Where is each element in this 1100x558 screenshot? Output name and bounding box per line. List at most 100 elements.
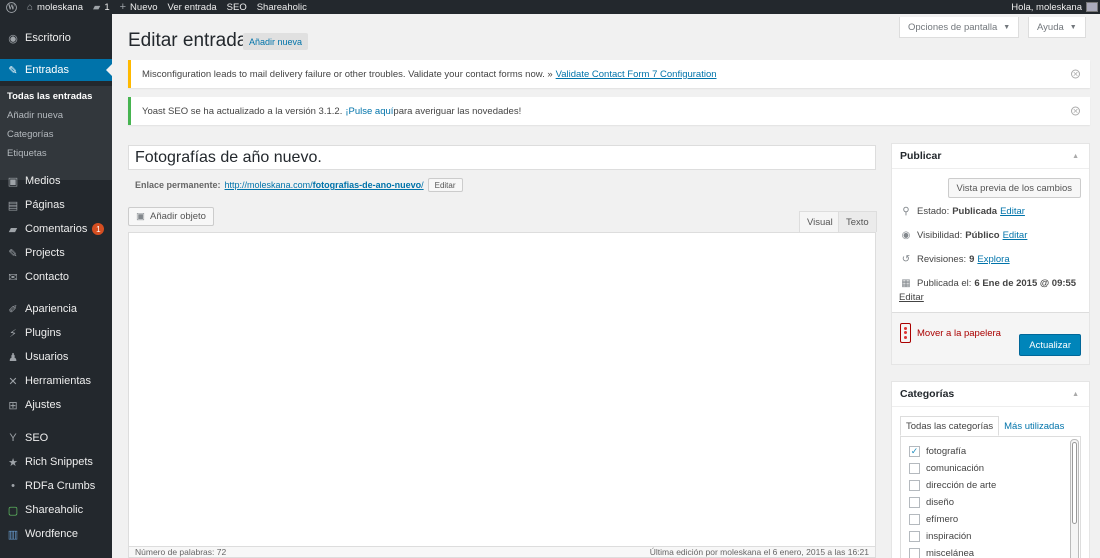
menu-item-projects[interactable]: ✎ Projects bbox=[0, 242, 112, 264]
menu-label: Contacto bbox=[25, 271, 70, 283]
add-new-button[interactable]: Añadir nueva bbox=[243, 33, 309, 50]
checkbox[interactable] bbox=[909, 480, 920, 491]
validate-cf7-link[interactable]: Validate Contact Form 7 Configuration bbox=[556, 69, 717, 80]
published-label: Publicada el: bbox=[917, 278, 972, 289]
svg-text:W: W bbox=[7, 4, 15, 11]
edit-visibility-link[interactable]: Editar bbox=[1003, 230, 1028, 241]
category-item[interactable]: inspiración bbox=[909, 531, 971, 542]
submenu-tags[interactable]: Etiquetas bbox=[7, 148, 47, 159]
caret-up-icon[interactable]: ▲ bbox=[1072, 153, 1079, 160]
category-label: fotografía bbox=[926, 446, 967, 457]
checkbox[interactable]: ✓ bbox=[909, 446, 920, 457]
checkbox[interactable] bbox=[909, 497, 920, 508]
categories-box-header[interactable]: Categorías ▲ bbox=[892, 382, 1089, 407]
category-item[interactable]: diseño bbox=[909, 497, 954, 508]
yoast-icon: Y bbox=[9, 432, 17, 444]
menu-label: Apariencia bbox=[25, 303, 77, 315]
browse-revisions-link[interactable]: Explora bbox=[977, 254, 1009, 265]
post-status-row: ⚲ Estado: Publicada Editar bbox=[900, 206, 1025, 217]
mail-icon: ✉ bbox=[8, 271, 18, 284]
menu-item-ajustes[interactable]: ⊞ Ajustes bbox=[0, 394, 112, 416]
category-item[interactable]: dirección de arte bbox=[909, 480, 996, 491]
permalink: Enlace permanente: http://moleskana.com/… bbox=[135, 178, 463, 192]
category-scrollbar[interactable] bbox=[1070, 439, 1079, 558]
menu-label: Ajustes bbox=[25, 399, 62, 411]
status-label: Estado: bbox=[917, 206, 950, 217]
checkbox[interactable] bbox=[909, 531, 920, 542]
admin-bar-new[interactable]: + Nuevo bbox=[115, 0, 163, 14]
yoast-click-here-link[interactable]: ¡Pulse aquí bbox=[345, 106, 393, 117]
tab-most-used[interactable]: Más utilizadas bbox=[999, 416, 1069, 436]
move-to-trash-link[interactable]: Mover a la papelera bbox=[900, 323, 1001, 343]
categories-box: Categorías ▲ Todas las categorías Más ut… bbox=[891, 381, 1090, 558]
help-label: Ayuda bbox=[1037, 21, 1064, 33]
admin-bar-seo[interactable]: SEO bbox=[222, 0, 252, 14]
post-content-editor[interactable] bbox=[128, 232, 876, 548]
menu-item-usuarios[interactable]: ♟ Usuarios bbox=[0, 346, 112, 368]
category-item[interactable]: ✓ fotografía bbox=[909, 446, 966, 457]
menu-item-medios[interactable]: ▣ Medios bbox=[0, 170, 112, 192]
menu-item-plugins[interactable]: ⚡ Plugins bbox=[0, 322, 112, 344]
star-icon: ★ bbox=[8, 456, 18, 469]
menu-item-apariencia[interactable]: ✐ Apariencia bbox=[0, 298, 112, 320]
menu-item-contacto[interactable]: ✉ Contacto bbox=[0, 266, 112, 288]
menu-item-paginas[interactable]: ▤ Páginas bbox=[0, 194, 112, 216]
help-tab[interactable]: Ayuda ▼ bbox=[1028, 17, 1086, 38]
tab-text[interactable]: Texto bbox=[838, 211, 877, 232]
comment-count-badge: 1 bbox=[92, 223, 105, 235]
submenu-add-new[interactable]: Añadir nueva bbox=[7, 110, 63, 121]
revisions-row: ↺ Revisiones: 9 Explora bbox=[900, 254, 1010, 265]
admin-bar-account[interactable]: Hola, moleskana bbox=[1006, 0, 1100, 14]
preview-changes-button[interactable]: Vista previa de los cambios bbox=[947, 178, 1081, 198]
menu-item-wordfence[interactable]: ▥ Wordfence bbox=[0, 523, 112, 545]
menu-item-entradas[interactable]: ✎ Entradas bbox=[0, 59, 112, 81]
tab-visual[interactable]: Visual bbox=[799, 211, 841, 232]
new-label: Nuevo bbox=[130, 1, 158, 13]
category-item[interactable]: comunicación bbox=[909, 463, 984, 474]
avatar bbox=[1086, 2, 1098, 12]
publish-box-header[interactable]: Publicar ▲ bbox=[892, 144, 1089, 169]
edit-date-link[interactable]: Editar bbox=[899, 292, 924, 303]
editor-status-bar: Número de palabras: 72 Última edición po… bbox=[128, 546, 876, 558]
menu-item-rdfa-crumbs[interactable]: • RDFa Crumbs bbox=[0, 475, 112, 497]
dismiss-icon[interactable]: ✕ bbox=[1071, 106, 1080, 116]
menu-item-rich-snippets[interactable]: ★ Rich Snippets bbox=[0, 451, 112, 473]
menu-item-herramientas[interactable]: ✕ Herramientas bbox=[0, 370, 112, 392]
caret-up-icon[interactable]: ▲ bbox=[1072, 391, 1079, 398]
visibility-value: Público bbox=[965, 230, 1000, 241]
menu-item-shareaholic[interactable]: ▢ Shareaholic bbox=[0, 499, 112, 521]
post-title-input[interactable]: Fotografías de año nuevo. bbox=[128, 145, 876, 170]
categories-title: Categorías bbox=[900, 388, 955, 400]
category-item[interactable]: miscelánea bbox=[909, 548, 974, 558]
menu-label: Comentarios bbox=[25, 223, 88, 235]
checkbox[interactable] bbox=[909, 548, 920, 558]
dismiss-icon[interactable]: ✕ bbox=[1071, 69, 1080, 79]
add-media-label: Añadir objeto bbox=[149, 211, 206, 222]
media-icon: ▣ bbox=[136, 211, 145, 222]
caret-down-icon: ▼ bbox=[1003, 23, 1011, 31]
submenu-all-posts[interactable]: Todas las entradas bbox=[7, 91, 92, 102]
admin-bar-comments[interactable]: ▰ 1 bbox=[88, 0, 115, 14]
screen-options-label: Opciones de pantalla bbox=[908, 21, 998, 33]
scrollbar-thumb[interactable] bbox=[1072, 442, 1077, 524]
menu-item-escritorio[interactable]: ◉ Escritorio bbox=[0, 27, 112, 49]
edit-permalink-button[interactable]: Editar bbox=[427, 178, 463, 192]
admin-bar-shareaholic[interactable]: Shareaholic bbox=[252, 0, 312, 14]
menu-item-comentarios[interactable]: ▰ Comentarios 1 bbox=[0, 218, 112, 240]
update-button[interactable]: Actualizar bbox=[1019, 334, 1081, 356]
admin-bar-site-link[interactable]: ⌂ moleskana bbox=[22, 0, 88, 14]
permalink-link[interactable]: http://moleskana.com/fotografias-de-ano-… bbox=[225, 180, 424, 190]
tab-all-categories[interactable]: Todas las categorías bbox=[900, 416, 1000, 436]
menu-label: Escritorio bbox=[25, 32, 71, 44]
edit-status-link[interactable]: Editar bbox=[1000, 206, 1025, 217]
menu-item-seo[interactable]: Y SEO bbox=[0, 427, 112, 449]
add-media-button[interactable]: ▣ Añadir objeto bbox=[128, 207, 214, 226]
menu-label: Herramientas bbox=[25, 375, 92, 387]
wordpress-logo-icon[interactable]: W bbox=[0, 0, 22, 14]
checkbox[interactable] bbox=[909, 514, 920, 525]
screen-options-tab[interactable]: Opciones de pantalla ▼ bbox=[899, 17, 1020, 38]
admin-bar-view-post[interactable]: Ver entrada bbox=[163, 0, 222, 14]
category-item[interactable]: efímero bbox=[909, 514, 958, 525]
checkbox[interactable] bbox=[909, 463, 920, 474]
submenu-categories[interactable]: Categorías bbox=[7, 129, 53, 140]
